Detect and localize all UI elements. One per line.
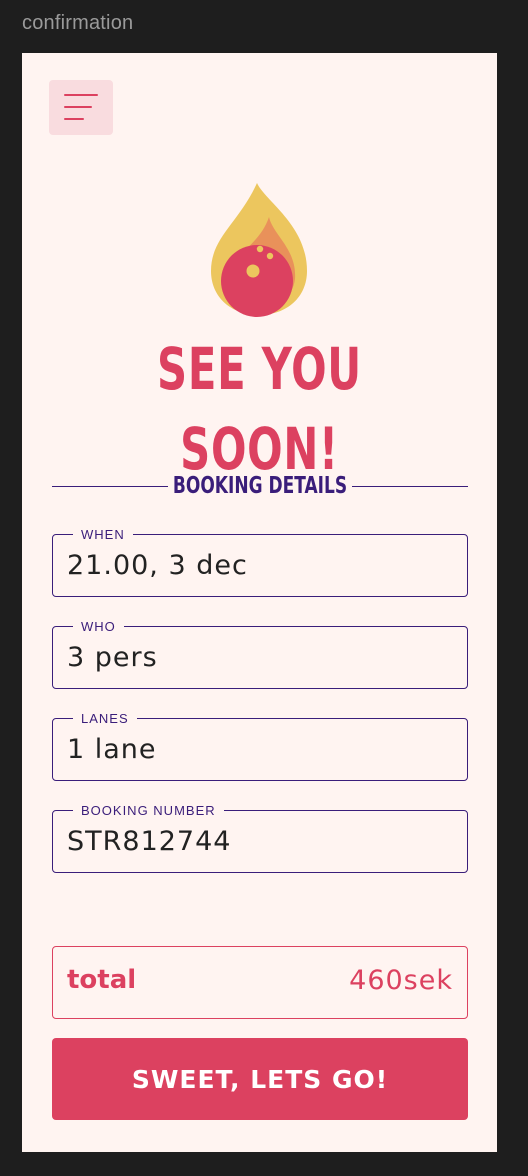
who-value: 3 pers bbox=[67, 642, 158, 673]
when-value: 21.00, 3 dec bbox=[67, 550, 248, 581]
booking-number-value: STR812744 bbox=[67, 826, 232, 857]
total-value: 460sek bbox=[349, 965, 453, 996]
when-field[interactable]: WHEN 21.00, 3 dec bbox=[52, 527, 468, 597]
lanes-label: LANES bbox=[73, 711, 137, 726]
menu-button[interactable] bbox=[49, 80, 113, 135]
total-label: total bbox=[67, 965, 137, 995]
who-label: WHO bbox=[73, 619, 124, 634]
frame-label: confirmation bbox=[22, 12, 134, 34]
booking-number-field[interactable]: BOOKING NUMBER STR812744 bbox=[52, 803, 468, 873]
booking-number-label: BOOKING NUMBER bbox=[73, 803, 224, 818]
divider-right bbox=[352, 486, 468, 487]
lanes-value: 1 lane bbox=[67, 734, 157, 765]
confirmation-screen: SEE YOU SOON! BOOKING DETAILS WHEN 21.00… bbox=[22, 53, 497, 1152]
who-field[interactable]: WHO 3 pers bbox=[52, 619, 468, 689]
confirm-button[interactable]: SWEET, LETS GO! bbox=[52, 1038, 468, 1120]
section-header: BOOKING DETAILS bbox=[52, 471, 468, 501]
page-title: SEE YOU SOON! bbox=[157, 335, 362, 483]
when-label: WHEN bbox=[73, 527, 133, 542]
total-box: total 460sek bbox=[52, 946, 468, 1019]
flaming-bowling-ball-icon bbox=[211, 183, 307, 317]
lanes-field[interactable]: LANES 1 lane bbox=[52, 711, 468, 781]
